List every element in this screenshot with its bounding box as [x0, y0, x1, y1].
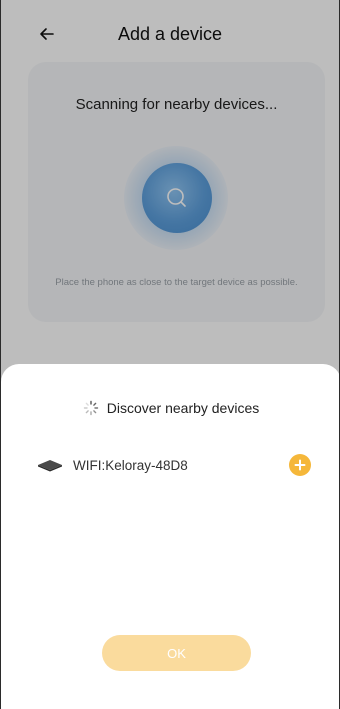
add-device-screen: Add a device Scanning for nearby devices… [0, 0, 340, 709]
sheet-title: Discover nearby devices [106, 400, 260, 416]
add-icon [294, 459, 306, 471]
add-device-button[interactable] [289, 454, 311, 476]
device-list-item[interactable]: WIFI:Keloray-48D8 [37, 452, 311, 478]
ok-button[interactable]: OK [102, 635, 251, 671]
device-name: WIFI:Keloray-48D8 [73, 457, 188, 473]
loading-spinner-icon [83, 400, 98, 416]
sheet-title-row: Discover nearby devices [1, 400, 339, 416]
device-icon [38, 460, 62, 472]
discover-sheet: Discover nearby devices WIFI:Keloray-48D… [1, 364, 339, 709]
